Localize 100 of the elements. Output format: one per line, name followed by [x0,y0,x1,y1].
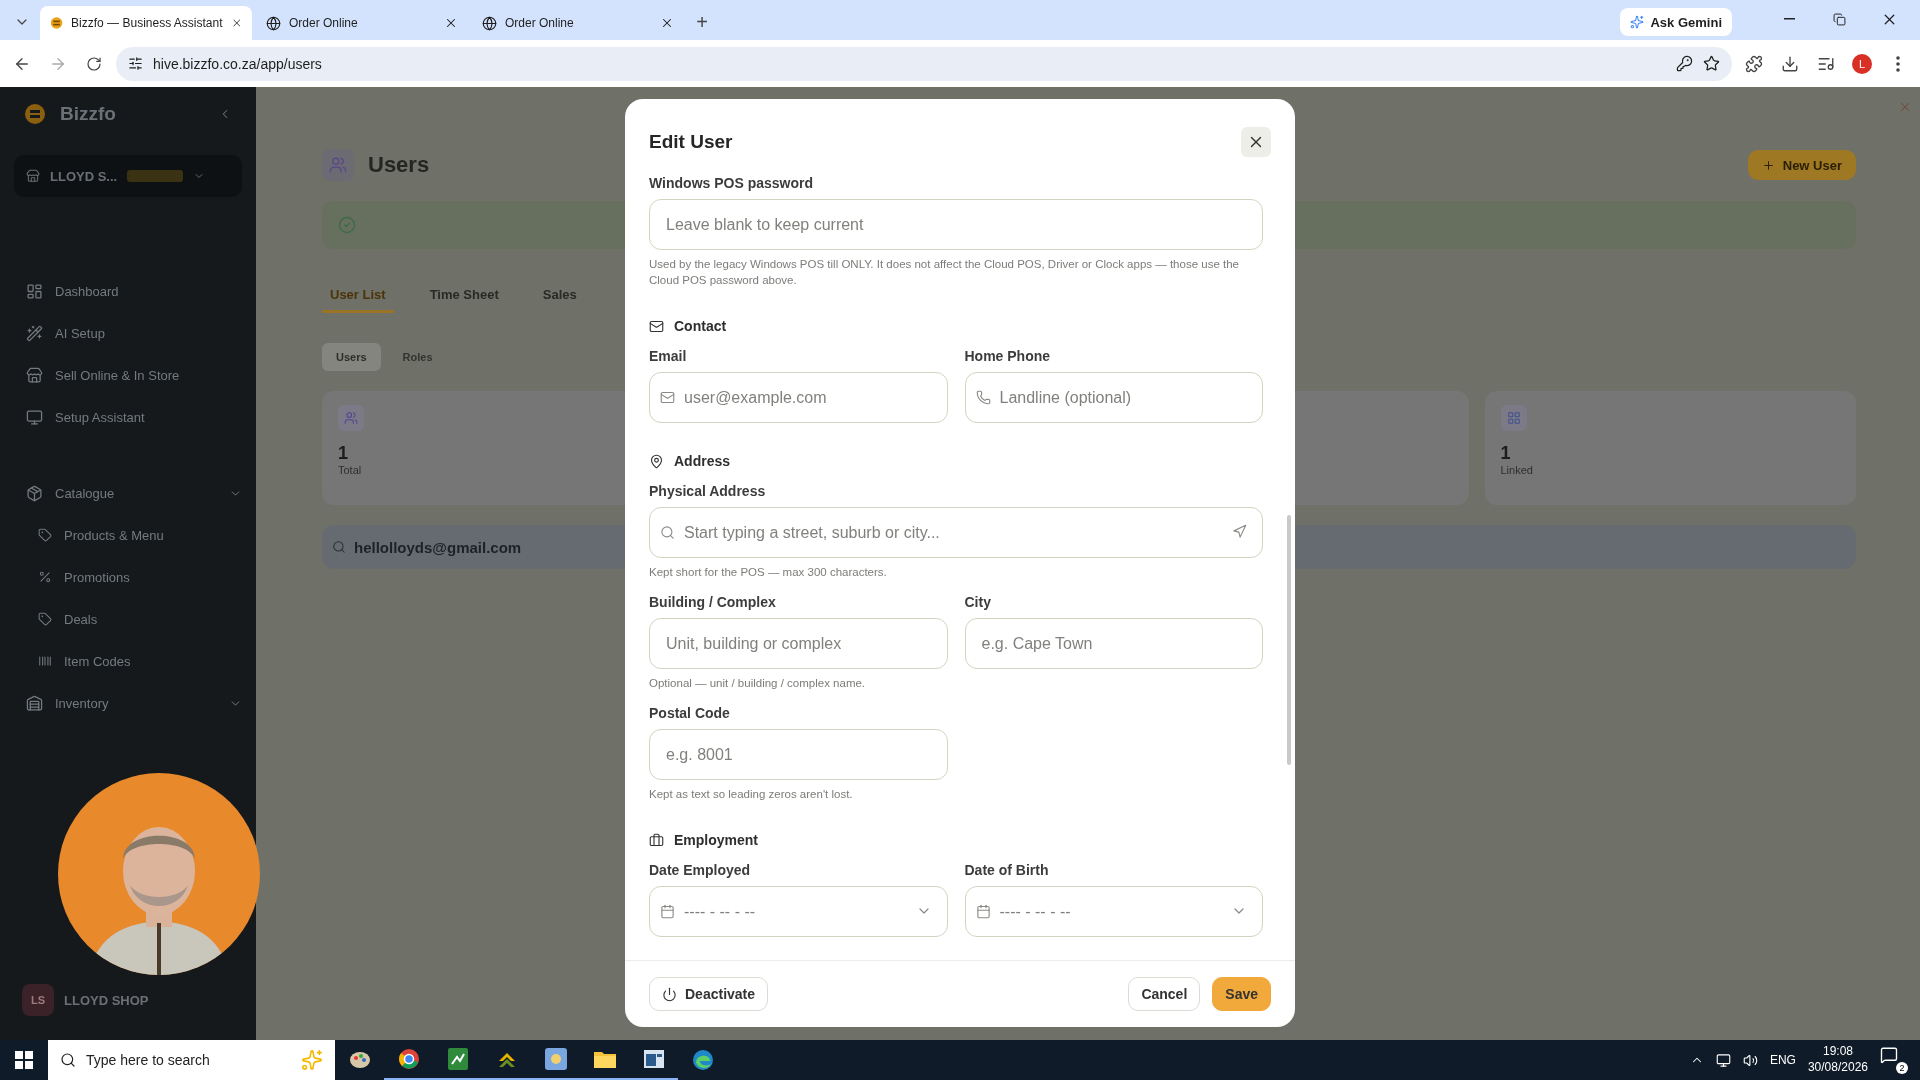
help-text: Kept short for the POS — max 300 characters. [649,565,888,581]
globe-icon [482,15,497,31]
page-tab[interactable]: Sales [534,279,585,313]
section-heading: Address [674,453,731,470]
reload-icon [86,55,102,72]
briefcase-icon [649,832,664,848]
date-field[interactable]: ---- - -- - -- [649,886,948,938]
store-selector[interactable]: LLOYD S... [14,155,242,197]
mail-icon [660,390,675,406]
browser-tab[interactable]: Order Online [472,6,684,40]
window-icon [643,1050,664,1068]
sidebar-item[interactable]: Inventory [14,685,242,721]
ask-gemini-button[interactable]: Ask Gemini [1620,8,1732,36]
download-icon [1781,54,1799,73]
warehouse-icon [26,694,43,712]
input-field[interactable]: user@example.com [649,372,948,424]
field-label: Windows POS password [649,175,813,191]
site-settings-icon[interactable] [128,56,143,71]
minimize-icon [1783,18,1795,20]
date-field[interactable]: ---- - -- - -- [964,886,1263,938]
globe-icon [266,15,281,31]
new-tab-button[interactable]: + [688,8,716,36]
package-icon [26,484,43,502]
monitor-icon [26,408,43,426]
field-label: Physical Address [649,483,766,500]
power-icon [662,986,677,1002]
search-icon [332,540,346,554]
dashboard-icon [26,282,43,300]
search-icon [660,525,675,541]
bizzfo-logo-icon [50,15,64,31]
navigation-arrow-icon[interactable] [1232,524,1247,540]
stat-value: 1 [338,443,348,464]
close-button[interactable] [1241,127,1271,157]
field-label: Email [649,348,687,365]
sidebar-subitem[interactable]: Products & Menu [14,517,242,553]
palette-icon [348,1049,371,1071]
percent-icon [38,570,52,584]
field-label: Date of Birth [964,862,1049,879]
deactivate-button[interactable]: Deactivate [649,977,769,1011]
stat-label: Total [338,464,362,476]
taskbar-search-field[interactable]: Type here to search [48,1040,335,1080]
phone-icon [975,390,991,406]
sidebar-subitem[interactable]: Item Codes [14,643,242,679]
puzzle-icon [1745,54,1763,73]
input-field[interactable]: Leave blank to keep current [649,199,1263,250]
grid-icon [1506,411,1521,425]
address-bar[interactable]: hive.bizzfo.co.za/app/users [116,46,1732,81]
clock[interactable]: 19:08 30/08/2026 [1807,1044,1868,1076]
check-circle-icon [338,216,356,234]
network-icon[interactable] [1715,1052,1731,1068]
sidebar-subitem[interactable]: Deals [14,601,242,637]
wand-icon [26,324,43,342]
language-indicator[interactable]: ENG [1769,1053,1796,1067]
field-label: City [964,594,991,611]
sidebar-item[interactable]: Setup Assistant [14,399,242,435]
save-button[interactable]: Save [1212,977,1271,1011]
page-tab[interactable]: User List [322,279,394,313]
key-icon[interactable] [1676,55,1693,72]
sidebar-item[interactable]: AI Setup [14,315,242,351]
stat-label: Linked [1500,464,1533,476]
brand-logo-icon [24,103,46,125]
help-text: Used by the legacy Windows POS till ONLY. It does not affect the Cloud POS, Driver or Clock apps — those use the Cloud POS password above. [649,257,1240,289]
close-icon[interactable] [444,16,458,30]
sidebar-item[interactable]: Sell Online & In Store [14,357,242,393]
browser-tab[interactable]: Bizzfo — Business Assistant [40,6,252,40]
search-icon [60,1052,76,1068]
scrollbar-thumb[interactable] [1287,515,1291,765]
input-field[interactable]: Start typing a street, suburb or city... [649,507,1263,559]
account-switcher[interactable]: LS LLOYD SHOP [14,976,242,1024]
page-tab[interactable]: Time Sheet [421,279,507,313]
browser-tab[interactable]: Order Online [256,6,468,40]
new-user-button[interactable]: New User [1747,150,1856,180]
message-icon [1880,1046,1898,1064]
sparkle-icon [301,1049,323,1071]
sub-tab[interactable]: Users [322,343,381,371]
bookmark-star-icon[interactable] [1703,55,1720,72]
brand-name: Bizzfo [60,103,117,125]
close-icon[interactable] [660,16,674,30]
sidebar-item[interactable]: Catalogue [14,475,242,511]
input-field[interactable]: e.g. 8001 [649,729,948,781]
mail-icon [649,318,664,334]
windows-start-icon[interactable] [15,1051,33,1069]
sidebar-subitem[interactable]: Promotions [14,559,242,595]
stat-value: 1 [1500,443,1511,464]
store-icon [26,169,40,183]
cancel-button[interactable]: Cancel [1128,977,1201,1011]
sparkle-icon [1630,15,1645,29]
volume-icon[interactable] [1742,1052,1758,1068]
calendar-icon [660,904,675,920]
sidebar-item[interactable]: Dashboard [14,273,242,309]
sub-tab[interactable]: Roles [388,343,447,371]
input-field[interactable]: e.g. Cape Town [964,618,1263,670]
tag-icon [38,528,52,542]
field-label: Building / Complex [649,594,776,611]
help-text: Optional — unit / building / complex name. [649,676,867,692]
input-field[interactable]: Unit, building or complex [649,618,948,670]
input-field[interactable]: Landline (optional) [964,372,1263,424]
notification-button[interactable]: 2 [1880,1046,1908,1074]
page-title: Users [368,152,431,178]
close-icon[interactable] [230,16,242,30]
